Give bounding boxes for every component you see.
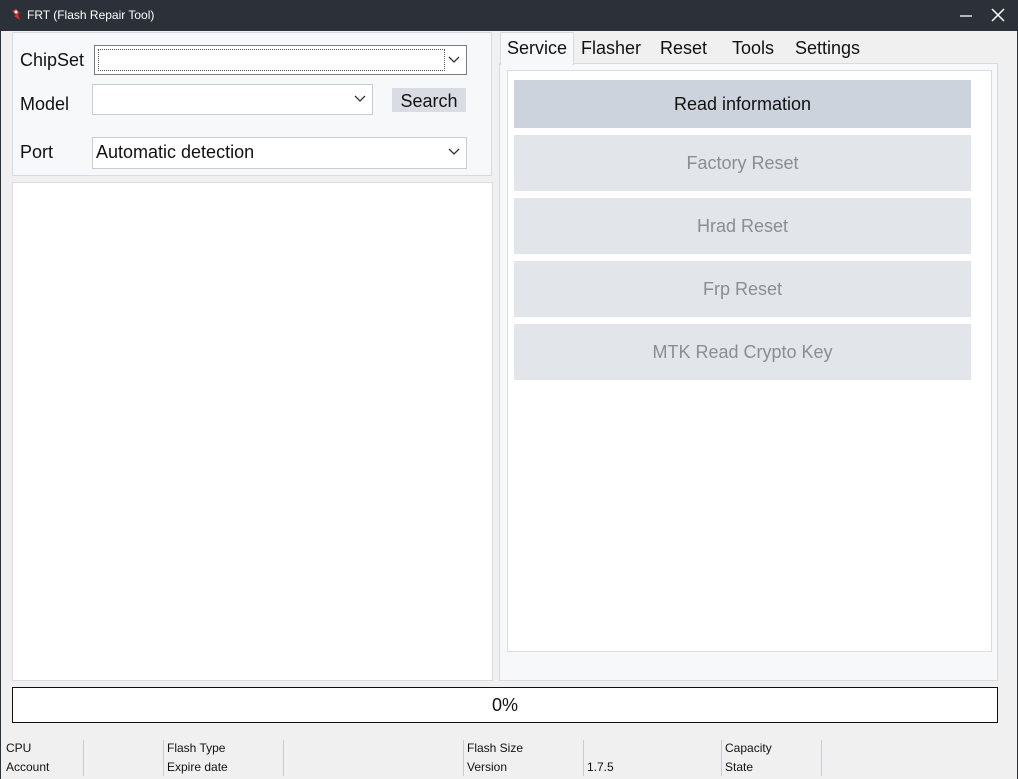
status-version-label: Version: [467, 760, 508, 774]
port-value: Automatic detection: [96, 142, 255, 162]
chevron-down-icon[interactable]: [448, 53, 460, 65]
focus-rect: [98, 49, 445, 71]
status-version-value: 1.7.5: [587, 760, 614, 774]
progress-bar: 0%: [12, 687, 998, 723]
model-dropdown[interactable]: [92, 84, 373, 115]
minimize-icon[interactable]: [956, 6, 976, 26]
status-bar: CPU Account Flash Type Expire date Flash…: [1, 738, 1017, 778]
model-label: Model: [20, 94, 70, 114]
close-icon[interactable]: [988, 5, 1008, 25]
chevron-down-icon[interactable]: [448, 145, 460, 157]
chipset-label: ChipSet: [20, 50, 85, 70]
search-button[interactable]: Search: [392, 88, 466, 112]
port-label: Port: [20, 142, 54, 162]
app-window: FRT (Flash Repair Tool) ChipSet Model Se…: [0, 0, 1018, 779]
tab-flasher[interactable]: Flasher: [581, 33, 641, 63]
tab-settings[interactable]: Settings: [795, 33, 860, 63]
status-state-label: State: [725, 760, 754, 774]
status-expire-date-label: Expire date: [167, 760, 228, 774]
frp-reset-button[interactable]: Frp Reset: [514, 261, 971, 317]
log-output[interactable]: [12, 182, 493, 681]
progress-text: 0%: [491, 695, 518, 715]
status-separator: [721, 740, 722, 776]
status-separator: [821, 740, 822, 776]
chevron-down-icon[interactable]: [354, 92, 366, 104]
factory-reset-button[interactable]: Factory Reset: [514, 135, 971, 191]
status-flash-type-label: Flash Type: [167, 741, 226, 755]
status-separator: [283, 740, 284, 776]
window-title: FRT (Flash Repair Tool): [27, 8, 155, 22]
tab-reset[interactable]: Reset: [660, 33, 707, 63]
chipset-dropdown[interactable]: [94, 45, 467, 75]
status-capacity-label: Capacity: [725, 741, 772, 755]
status-separator: [83, 740, 84, 776]
app-logo-icon: [12, 9, 20, 20]
status-separator: [463, 740, 464, 776]
port-dropdown[interactable]: Automatic detection: [92, 137, 467, 169]
status-flash-size-label: Flash Size: [467, 741, 524, 755]
title-bar: FRT (Flash Repair Tool): [0, 0, 1018, 31]
status-separator: [583, 740, 584, 776]
tab-tools[interactable]: Tools: [732, 33, 774, 63]
read-information-button[interactable]: Read information: [514, 80, 971, 128]
mtk-read-crypto-key-button[interactable]: MTK Read Crypto Key: [514, 324, 971, 380]
status-account-label: Account: [6, 760, 50, 774]
tab-service[interactable]: Service: [500, 32, 574, 65]
status-separator: [163, 740, 164, 776]
status-cpu-label: CPU: [6, 741, 32, 755]
hard-reset-button[interactable]: Hrad Reset: [514, 198, 971, 254]
